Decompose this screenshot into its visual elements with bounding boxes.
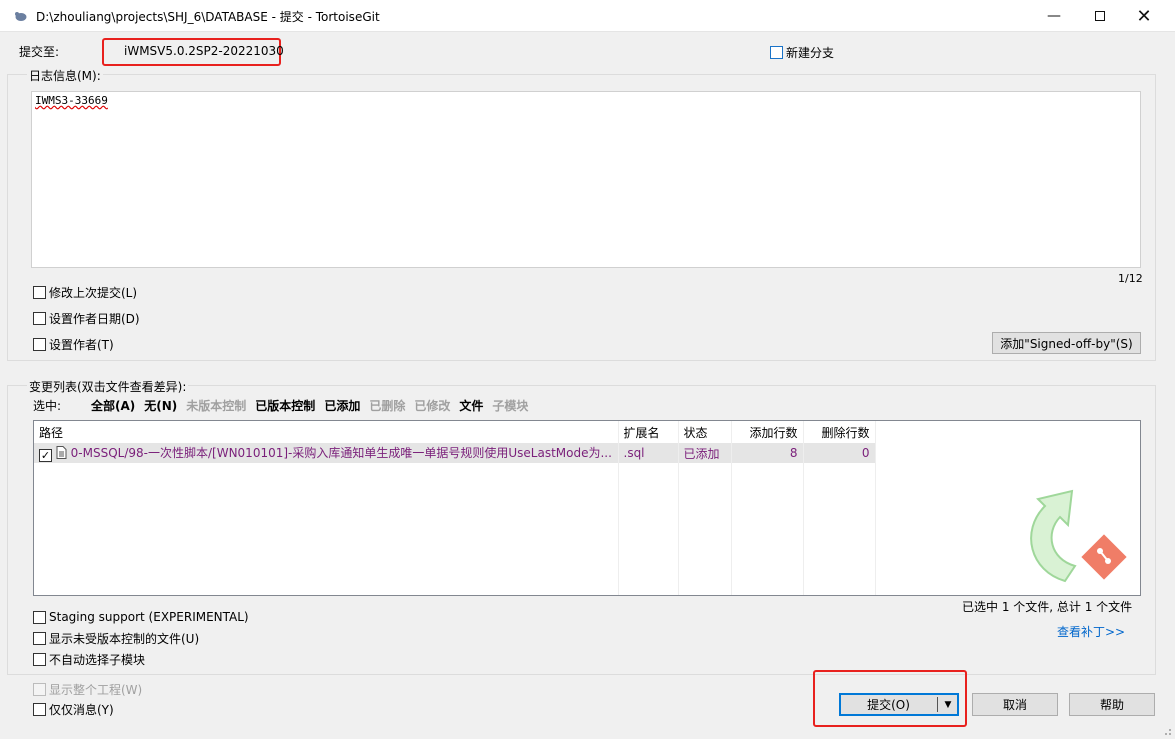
- checkbox-icon[interactable]: [770, 46, 783, 59]
- column-header-status[interactable]: 状态: [678, 421, 732, 443]
- file-checkbox[interactable]: [39, 449, 52, 462]
- amend-commit-checkbox[interactable]: 修改上次提交(L): [33, 284, 137, 301]
- file-table-header: 路径 扩展名 状态 添加行数 删除行数: [34, 421, 876, 443]
- commit-button-label: 提交(O): [867, 698, 910, 712]
- checkbox-icon: [33, 683, 46, 696]
- column-divider: [618, 421, 619, 595]
- amend-commit-label: 修改上次提交(L): [49, 286, 138, 300]
- show-unversioned-label: 显示未受版本控制的文件(U): [49, 632, 200, 646]
- commit-button[interactable]: 提交(O) ▼: [839, 693, 959, 716]
- new-branch-label: 新建分支: [786, 46, 835, 60]
- minimize-icon[interactable]: —: [1031, 0, 1077, 32]
- staging-support-checkbox[interactable]: Staging support (EXPERIMENTAL): [33, 610, 249, 624]
- column-header-path[interactable]: 路径: [34, 421, 619, 443]
- cancel-button[interactable]: 取消: [972, 693, 1058, 716]
- column-header-lines-added[interactable]: 添加行数: [731, 421, 804, 443]
- file-lines-added-cell: 8: [731, 443, 804, 463]
- filter-modified: 已修改: [414, 399, 451, 413]
- filter-all[interactable]: 全部(A): [91, 397, 135, 414]
- no-auto-select-submodules-checkbox[interactable]: 不自动选择子模块: [33, 651, 145, 668]
- set-author-checkbox[interactable]: 设置作者(T): [33, 336, 114, 353]
- checkbox-icon[interactable]: [33, 703, 46, 716]
- set-author-date-checkbox[interactable]: 设置作者日期(D): [33, 310, 140, 327]
- view-patch-link[interactable]: 查看补丁>>: [1057, 623, 1125, 640]
- filter-versioned[interactable]: 已版本控制: [255, 397, 315, 414]
- file-status-cell: 已添加: [678, 443, 732, 463]
- changes-group-label: 变更列表(双击文件查看差异):: [27, 378, 189, 395]
- filter-none[interactable]: 无(N): [144, 397, 177, 414]
- file-list[interactable]: 路径 扩展名 状态 添加行数 删除行数 0-MSSQL/98-一次性脚本/[WN…: [33, 420, 1141, 596]
- chevron-down-icon[interactable]: ▼: [938, 700, 958, 710]
- column-divider: [803, 421, 804, 595]
- checkbox-icon[interactable]: [33, 338, 46, 351]
- new-branch-checkbox[interactable]: 新建分支: [770, 44, 834, 61]
- branch-name[interactable]: iWMSV5.0.2SP2-20221030: [124, 44, 284, 58]
- filter-added[interactable]: 已添加: [324, 397, 360, 414]
- show-whole-project-label: 显示整个工程(W): [49, 683, 143, 697]
- help-button[interactable]: 帮助: [1069, 693, 1155, 716]
- filter-submodules: 子模块: [492, 399, 529, 413]
- resize-grip-icon[interactable]: [1160, 724, 1172, 736]
- file-extension-cell: .sql: [618, 443, 679, 463]
- message-only-checkbox[interactable]: 仅仅消息(Y): [33, 701, 114, 718]
- commit-to-label: 提交至:: [19, 45, 60, 59]
- tortoisegit-logo-icon: [1030, 489, 1127, 583]
- window-title: D:\zhouliang\projects\SHJ_6\DATABASE - 提…: [36, 10, 380, 24]
- maximize-icon[interactable]: [1077, 0, 1123, 32]
- title-bar: D:\zhouliang\projects\SHJ_6\DATABASE - 提…: [0, 0, 1175, 32]
- set-author-label: 设置作者(T): [49, 338, 114, 352]
- column-divider: [678, 421, 679, 595]
- select-label: 选中:: [33, 399, 62, 413]
- tortoisegit-app-icon: [15, 12, 27, 21]
- column-header-lines-deleted[interactable]: 删除行数: [803, 421, 876, 443]
- selection-filter-bar: 全部(A) 无(N) 未版本控制 已版本控制 已添加 已删除 已修改 文件 子模…: [91, 397, 528, 414]
- message-counter: 1/12: [1118, 272, 1143, 285]
- log-group-label: 日志信息(M):: [27, 67, 103, 84]
- filter-unversioned: 未版本控制: [186, 399, 247, 413]
- checkbox-icon[interactable]: [33, 286, 46, 299]
- add-signed-off-by-button[interactable]: 添加"Signed-off-by"(S): [992, 332, 1141, 354]
- file-lines-deleted-cell: 0: [803, 443, 876, 463]
- log-message-textarea[interactable]: IWMS3-33669: [31, 91, 1141, 268]
- file-path-text: 0-MSSQL/98-一次性脚本/[WN010101]-采购入库通知单生成唯一单…: [70, 446, 612, 460]
- checkbox-icon[interactable]: [33, 610, 46, 624]
- column-divider: [731, 421, 732, 595]
- log-message-text: IWMS3-33669: [35, 94, 108, 107]
- message-only-label: 仅仅消息(Y): [49, 703, 114, 717]
- show-unversioned-checkbox[interactable]: 显示未受版本控制的文件(U): [33, 630, 199, 647]
- file-path-cell: 0-MSSQL/98-一次性脚本/[WN010101]-采购入库通知单生成唯一单…: [34, 443, 619, 463]
- staging-support-label: Staging support (EXPERIMENTAL): [49, 610, 249, 624]
- checkbox-icon[interactable]: [33, 312, 46, 325]
- close-icon[interactable]: ✕: [1121, 0, 1167, 32]
- table-row[interactable]: 0-MSSQL/98-一次性脚本/[WN010101]-采购入库通知单生成唯一单…: [34, 443, 876, 463]
- file-icon: [56, 446, 67, 459]
- filter-deleted: 已删除: [369, 399, 406, 413]
- no-auto-select-submodules-label: 不自动选择子模块: [49, 653, 146, 667]
- set-author-date-label: 设置作者日期(D): [49, 312, 140, 326]
- show-whole-project-checkbox: 显示整个工程(W): [33, 681, 142, 698]
- file-table: 路径 扩展名 状态 添加行数 删除行数 0-MSSQL/98-一次性脚本/[WN…: [34, 421, 876, 463]
- checkbox-icon[interactable]: [33, 632, 46, 645]
- filter-files[interactable]: 文件: [459, 397, 483, 414]
- checkbox-icon[interactable]: [33, 653, 46, 666]
- column-divider: [875, 421, 876, 595]
- selection-summary: 已选中 1 个文件, 总计 1 个文件: [962, 600, 1133, 614]
- column-header-extension[interactable]: 扩展名: [618, 421, 679, 443]
